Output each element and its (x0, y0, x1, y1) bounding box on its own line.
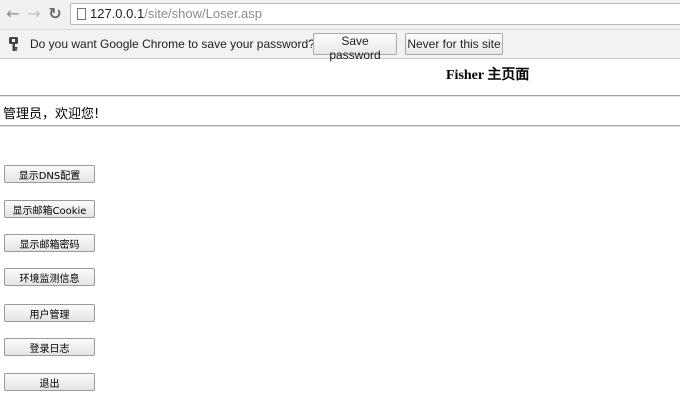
url-path: /site/show/Loser.asp (144, 6, 263, 21)
environment-monitor-button[interactable]: 环境监测信息 (4, 268, 95, 286)
browser-toolbar: ← → ↻ 127.0.0.1/site/show/Loser.asp (0, 0, 680, 30)
key-icon (9, 37, 18, 51)
save-password-button[interactable]: Save password (313, 33, 397, 62)
show-dns-config-button[interactable]: 显示DNS配置 (4, 165, 95, 183)
divider-top (0, 95, 680, 97)
never-for-this-site-button[interactable]: Never for this site (405, 33, 503, 55)
back-icon[interactable]: ← (5, 6, 21, 22)
password-infobar: Do you want Google Chrome to save your p… (0, 30, 680, 62)
reload-icon[interactable]: ↻ (47, 6, 63, 22)
address-bar[interactable]: 127.0.0.1/site/show/Loser.asp (70, 3, 680, 25)
show-mail-cookie-button[interactable]: 显示邮箱Cookie (4, 200, 95, 218)
infobar-message: Do you want Google Chrome to save your p… (30, 37, 315, 51)
divider-bottom (0, 125, 680, 127)
forward-icon[interactable]: → (26, 6, 42, 22)
url-host: 127.0.0.1 (90, 6, 145, 21)
login-log-button[interactable]: 登录日志 (4, 338, 95, 356)
page-title: Fisher 主页面 (446, 68, 530, 83)
show-mail-password-button[interactable]: 显示邮箱密码 (4, 234, 95, 252)
logout-button[interactable]: 退出 (4, 373, 95, 391)
page-icon (77, 8, 86, 20)
url-text[interactable]: 127.0.0.1/site/show/Loser.asp (90, 6, 262, 22)
welcome-text: 管理员，欢迎您! (3, 107, 100, 122)
user-management-button[interactable]: 用户管理 (4, 304, 95, 322)
